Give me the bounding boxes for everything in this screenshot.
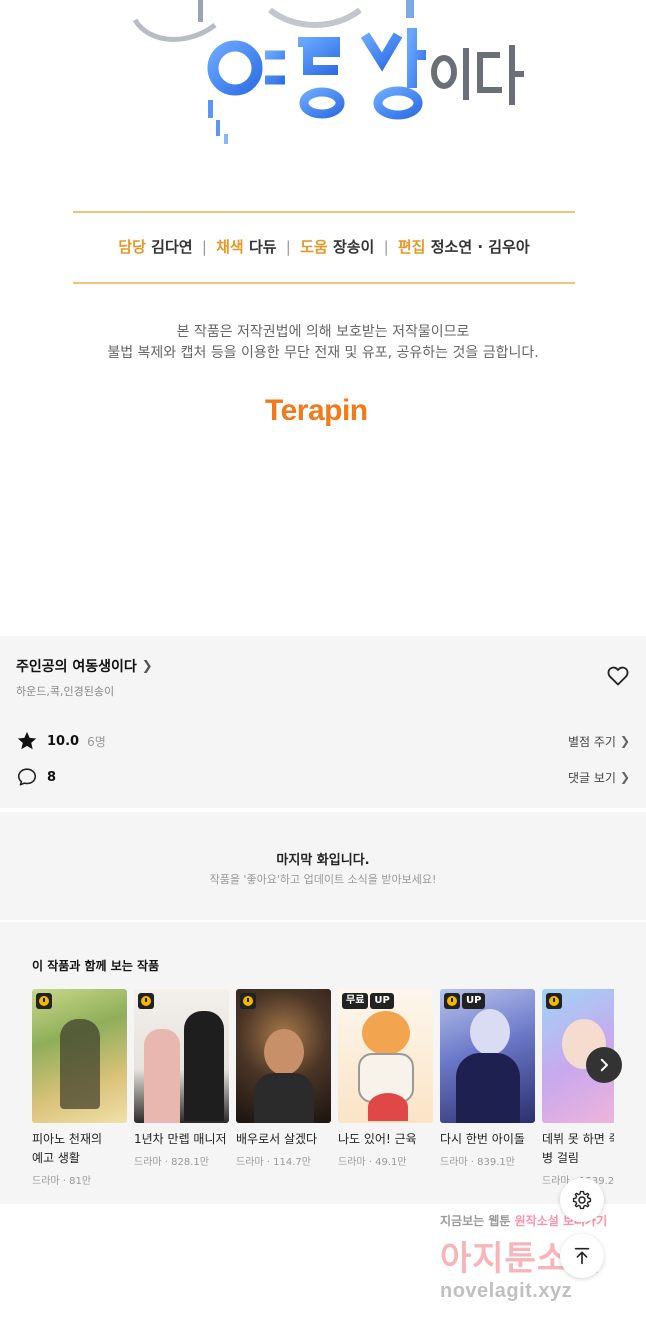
credit-role: 편집 <box>397 238 426 256</box>
work-info-panel: 주인공의 여동생이다 ❯ 하운드,콕,인경된송이 10.0 6명 별점 주기 ❯… <box>0 636 646 808</box>
watermark-text: 지금보는 웹툰 <box>440 1214 511 1228</box>
copyright-line: 본 작품은 저작권법에 의해 보호받는 저작물이므로 <box>176 324 470 340</box>
watermark-url: novelagit.xyz <box>440 1280 573 1302</box>
heart-icon <box>607 666 629 686</box>
recommendation-title: 1년차 만렙 매니저 <box>134 1132 227 1146</box>
credits: 담당 김다연 | 채색 다듀 | 도움 장송이 | 편집 정소연 · 김우아 <box>73 236 575 257</box>
publisher-logo: Terapin <box>265 394 368 427</box>
rating-value: 10.0 <box>47 733 80 749</box>
credit-role: 도움 <box>300 238 328 256</box>
arrow-up-icon <box>574 1247 590 1265</box>
star-icon <box>17 731 37 750</box>
scroll-to-top-button[interactable] <box>560 1234 604 1278</box>
credit-role: 담당 <box>118 238 146 256</box>
view-comments-label: 댓글 보기 <box>567 770 616 785</box>
recommendation-thumbnail[interactable] <box>32 989 127 1123</box>
up-badge: UP <box>370 993 394 1009</box>
recommendation-carousel: 피아노 천재의 예고 생활 드라마 · 81만 1년차 만렙 매니저 드라마 ·… <box>32 989 614 1199</box>
work-title-link[interactable]: 주인공의 여동생이다 ❯ <box>16 656 153 676</box>
credit-separator: | <box>201 238 207 256</box>
badge-group: 무료 UP <box>342 993 394 1009</box>
rating-row: 10.0 6명 별점 주기 ❯ <box>16 729 630 753</box>
recommendation-title: 데뷔 못 하면 죽는 병 걸림 <box>542 1132 614 1165</box>
credit-name: 김다연 <box>151 238 193 256</box>
recommendation-title: 배우로서 살겠다 <box>236 1132 318 1146</box>
recommendation-card[interactable]: 무료 UP 나도 있어! 근육 드라마 · 49.1만 <box>338 989 433 1168</box>
credit-separator: | <box>383 238 389 256</box>
last-episode-title: 마지막 화입니다. <box>276 853 370 868</box>
rate-button-label: 별점 주기 <box>567 734 616 749</box>
recommendation-card[interactable]: UP 다시 한번 아이돌 드라마 · 839.1만 <box>440 989 535 1168</box>
recommendation-thumbnail[interactable]: UP <box>440 989 535 1123</box>
credit-name: 장송이 <box>332 238 375 256</box>
recommendation-meta: 드라마 · 81만 <box>32 1176 92 1187</box>
credit-divider-bottom <box>73 282 575 284</box>
comment-count: 8 <box>47 769 57 785</box>
chevron-right-icon <box>600 1058 608 1072</box>
watermark-site-name: 아지툰소설 <box>440 1239 602 1279</box>
recommendation-thumbnail[interactable] <box>236 989 331 1123</box>
wait-free-clock-icon <box>240 993 256 1009</box>
settings-button[interactable] <box>560 1178 604 1222</box>
comment-icon <box>17 768 37 786</box>
free-badge: 무료 <box>342 993 369 1009</box>
chevron-right-icon: ❯ <box>141 658 153 674</box>
recommendations-heading: 이 작품과 함께 보는 작품 <box>32 959 160 973</box>
work-title: 주인공의 여동생이다 <box>16 659 137 675</box>
badge-group: UP <box>444 993 486 1009</box>
watermark: 지금보는 웹툰 원작소설 보러가기 아지툰소설 novelagit.xyz <box>440 1212 640 1312</box>
comment-row: 8 댓글 보기 ❯ <box>16 765 630 789</box>
recommendations-section: 이 작품과 함께 보는 작품 피아노 천재의 예고 생활 드라마 · 81만 1… <box>0 922 646 1204</box>
recommendation-thumbnail[interactable] <box>134 989 229 1123</box>
badge-group <box>36 993 52 1009</box>
recommendation-card[interactable]: 배우로서 살겠다 드라마 · 114.7만 <box>236 989 331 1168</box>
work-authors: 하운드,콕,인경된송이 <box>16 685 115 698</box>
badge-group <box>138 993 154 1009</box>
last-episode-subtitle: 작품을 '좋아요'하고 업데이트 소식을 받아보세요! <box>209 873 437 886</box>
recommendation-meta: 드라마 · 828.1만 <box>134 1157 209 1168</box>
up-badge: UP <box>462 993 486 1009</box>
recommendation-meta: 드라마 · 114.7만 <box>236 1157 311 1168</box>
copyright-line: 불법 복제와 캡처 등을 이용한 무단 전재 및 유포, 공유하는 것을 금합니… <box>107 345 539 361</box>
wait-free-clock-icon <box>36 993 52 1009</box>
credit-name: 다듀 <box>248 238 277 256</box>
credit-name: 정소연 · 김우아 <box>430 238 530 256</box>
credit-divider-top <box>73 211 575 213</box>
recommendation-meta: 드라마 · 49.1만 <box>338 1157 407 1168</box>
recommendation-title: 나도 있어! 근육 <box>338 1132 417 1146</box>
title-logo <box>120 0 540 150</box>
wait-free-clock-icon <box>444 993 460 1009</box>
episode-end-art: 담당 김다연 | 채색 다듀 | 도움 장송이 | 편집 정소연 · 김우아 본… <box>0 0 646 636</box>
view-comments-button[interactable]: 댓글 보기 ❯ <box>568 769 630 786</box>
recommendation-title: 피아노 천재의 예고 생활 <box>32 1132 103 1165</box>
recommendation-title: 다시 한번 아이돌 <box>440 1132 525 1146</box>
credit-role: 채색 <box>216 238 244 256</box>
wait-free-clock-icon <box>546 993 562 1009</box>
recommendation-thumbnail[interactable]: 무료 UP <box>338 989 433 1123</box>
badge-group <box>240 993 256 1009</box>
rate-button[interactable]: 별점 주기 ❯ <box>568 733 630 750</box>
last-episode-notice: 마지막 화입니다. 작품을 '좋아요'하고 업데이트 소식을 받아보세요! <box>0 812 646 920</box>
recommendation-card[interactable]: 피아노 천재의 예고 생활 드라마 · 81만 <box>32 989 127 1187</box>
rating-count: 6명 <box>87 734 106 749</box>
badge-group <box>546 993 562 1009</box>
credit-separator: | <box>285 238 291 256</box>
gear-icon <box>572 1190 592 1210</box>
chevron-right-icon: ❯ <box>619 734 630 748</box>
recommendation-card[interactable]: 데뷔 못 하면 죽는 병 걸림 드라마 · 1539.2 <box>542 989 614 1187</box>
chevron-right-icon: ❯ <box>619 770 630 784</box>
copyright-notice: 본 작품은 저작권법에 의해 보호받는 저작물이므로 불법 복제와 캡처 등을 … <box>40 322 606 364</box>
carousel-next-button[interactable] <box>586 1047 622 1083</box>
like-button[interactable] <box>606 664 630 688</box>
recommendation-card[interactable]: 1년차 만렙 매니저 드라마 · 828.1만 <box>134 989 229 1168</box>
watermark-line: 지금보는 웹툰 원작소설 보러가기 <box>440 1212 640 1229</box>
recommendation-meta: 드라마 · 839.1만 <box>440 1157 515 1168</box>
wait-free-clock-icon <box>138 993 154 1009</box>
